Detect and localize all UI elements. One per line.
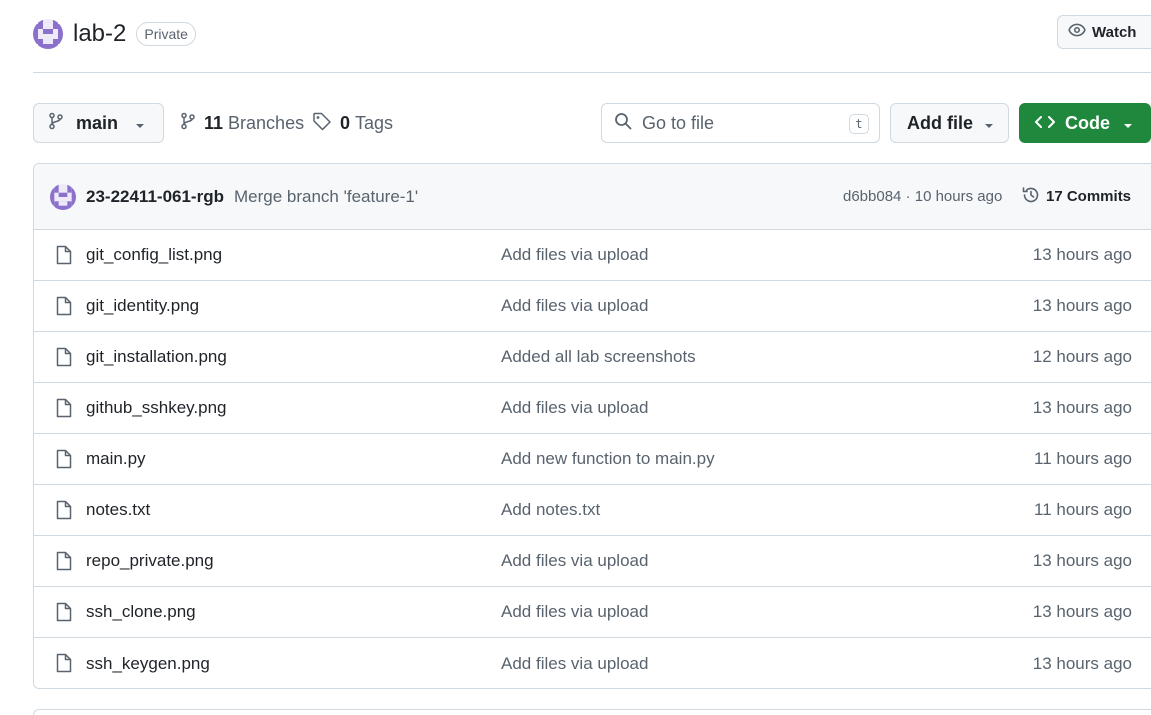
tags-count: 0 bbox=[340, 112, 351, 133]
code-label: Code bbox=[1065, 112, 1110, 133]
file-commit-date: 13 hours ago bbox=[1032, 245, 1132, 264]
file-icon bbox=[56, 449, 72, 474]
file-commit-message[interactable]: Add notes.txt bbox=[501, 500, 600, 520]
branch-selector-button[interactable]: main bbox=[33, 103, 164, 143]
file-row[interactable]: git_identity.png Add files via upload 13… bbox=[34, 281, 1151, 332]
file-name[interactable]: git_config_list.png bbox=[86, 245, 222, 265]
chevron-down-icon bbox=[984, 113, 994, 134]
file-name[interactable]: ssh_keygen.png bbox=[86, 654, 210, 674]
file-commit-message[interactable]: Add files via upload bbox=[501, 602, 648, 622]
file-icon bbox=[56, 551, 72, 576]
watch-label: Watch bbox=[1092, 23, 1137, 41]
chevron-down-icon bbox=[1123, 113, 1133, 134]
tag-icon bbox=[312, 111, 332, 136]
branches-count: 11 bbox=[204, 112, 224, 133]
code-icon bbox=[1035, 113, 1055, 134]
repo-name[interactable]: lab-2 bbox=[73, 20, 126, 48]
search-icon bbox=[614, 112, 632, 135]
file-commit-date: 13 hours ago bbox=[1032, 653, 1132, 673]
file-name[interactable]: git_identity.png bbox=[86, 296, 199, 316]
file-name[interactable]: repo_private.png bbox=[86, 551, 214, 571]
file-icon bbox=[56, 653, 72, 678]
file-icon bbox=[56, 500, 72, 525]
repo-header: lab-2 Private bbox=[33, 17, 196, 51]
file-commit-message[interactable]: Add files via upload bbox=[501, 551, 648, 571]
file-row[interactable]: github_sshkey.png Add files via upload 1… bbox=[34, 383, 1151, 434]
file-icon bbox=[56, 602, 72, 627]
header-divider bbox=[33, 72, 1151, 73]
readme-panel-edge bbox=[33, 709, 1151, 715]
branches-label: Branches bbox=[228, 112, 305, 133]
commits-history-link[interactable]: 17 Commits bbox=[1021, 185, 1131, 209]
file-name[interactable]: notes.txt bbox=[86, 500, 150, 520]
history-icon bbox=[1021, 185, 1046, 209]
file-row[interactable]: ssh_clone.png Add files via upload 13 ho… bbox=[34, 587, 1151, 638]
file-listing: 23-22411-061-rgb Merge branch 'feature-1… bbox=[33, 163, 1151, 689]
file-commit-date: 13 hours ago bbox=[1032, 602, 1132, 621]
file-name[interactable]: ssh_clone.png bbox=[86, 602, 196, 622]
file-commit-message[interactable]: Add files via upload bbox=[501, 654, 648, 674]
file-row[interactable]: repo_private.png Add files via upload 13… bbox=[34, 536, 1151, 587]
git-branch-icon bbox=[48, 112, 64, 135]
repo-owner-avatar[interactable] bbox=[33, 19, 63, 49]
file-commit-date: 13 hours ago bbox=[1032, 398, 1132, 417]
file-commit-date: 13 hours ago bbox=[1032, 296, 1132, 315]
eye-icon bbox=[1068, 21, 1092, 43]
commit-message[interactable]: Merge branch 'feature-1' bbox=[234, 187, 418, 207]
go-to-file-input[interactable] bbox=[642, 112, 832, 134]
file-name[interactable]: git_installation.png bbox=[86, 347, 227, 367]
file-icon bbox=[56, 245, 72, 270]
file-icon bbox=[56, 398, 72, 423]
latest-commit-bar: 23-22411-061-rgb Merge branch 'feature-1… bbox=[34, 164, 1151, 230]
visibility-badge: Private bbox=[136, 22, 196, 46]
file-commit-date: 12 hours ago bbox=[1032, 347, 1132, 366]
file-commit-message[interactable]: Add files via upload bbox=[501, 398, 648, 418]
file-icon bbox=[56, 347, 72, 372]
go-to-file-search[interactable]: t bbox=[601, 103, 880, 143]
file-icon bbox=[56, 296, 72, 321]
file-row[interactable]: main.py Add new function to main.py 11 h… bbox=[34, 434, 1151, 485]
commit-author-avatar[interactable] bbox=[50, 183, 76, 210]
file-commit-message[interactable]: Add new function to main.py bbox=[501, 449, 715, 469]
file-commit-date: 11 hours ago bbox=[1034, 449, 1132, 468]
git-branch-icon bbox=[180, 112, 196, 135]
commits-count-label: 17 Commits bbox=[1046, 188, 1132, 205]
commit-author[interactable]: 23-22411-061-rgb bbox=[86, 187, 224, 207]
watch-button[interactable]: Watch bbox=[1057, 15, 1151, 49]
add-file-label: Add file bbox=[907, 112, 973, 133]
chevron-down-icon bbox=[135, 113, 145, 134]
file-commit-message[interactable]: Add files via upload bbox=[501, 245, 648, 265]
keyboard-shortcut-hint: t bbox=[849, 114, 869, 134]
file-name[interactable]: main.py bbox=[86, 449, 146, 469]
file-commit-message[interactable]: Added all lab screenshots bbox=[501, 347, 696, 367]
tags-label: Tags bbox=[355, 112, 394, 133]
code-button[interactable]: Code bbox=[1019, 103, 1151, 143]
file-row[interactable]: ssh_keygen.png Add files via upload 13 h… bbox=[34, 638, 1151, 688]
file-row[interactable]: notes.txt Add notes.txt 11 hours ago bbox=[34, 485, 1151, 536]
branches-link[interactable]: 11 Branches bbox=[180, 103, 304, 143]
add-file-button[interactable]: Add file bbox=[890, 103, 1009, 143]
file-row[interactable]: git_installation.png Added all lab scree… bbox=[34, 332, 1151, 383]
tags-link[interactable]: 0 Tags bbox=[312, 103, 393, 143]
commit-sha-time[interactable]: d6bb084 · 10 hours ago bbox=[843, 188, 1002, 205]
file-commit-message[interactable]: Add files via upload bbox=[501, 296, 648, 316]
file-name[interactable]: github_sshkey.png bbox=[86, 398, 227, 418]
branch-name: main bbox=[76, 112, 119, 133]
file-commit-date: 11 hours ago bbox=[1034, 500, 1132, 519]
file-commit-date: 13 hours ago bbox=[1032, 551, 1132, 570]
file-row[interactable]: git_config_list.png Add files via upload… bbox=[34, 230, 1151, 281]
